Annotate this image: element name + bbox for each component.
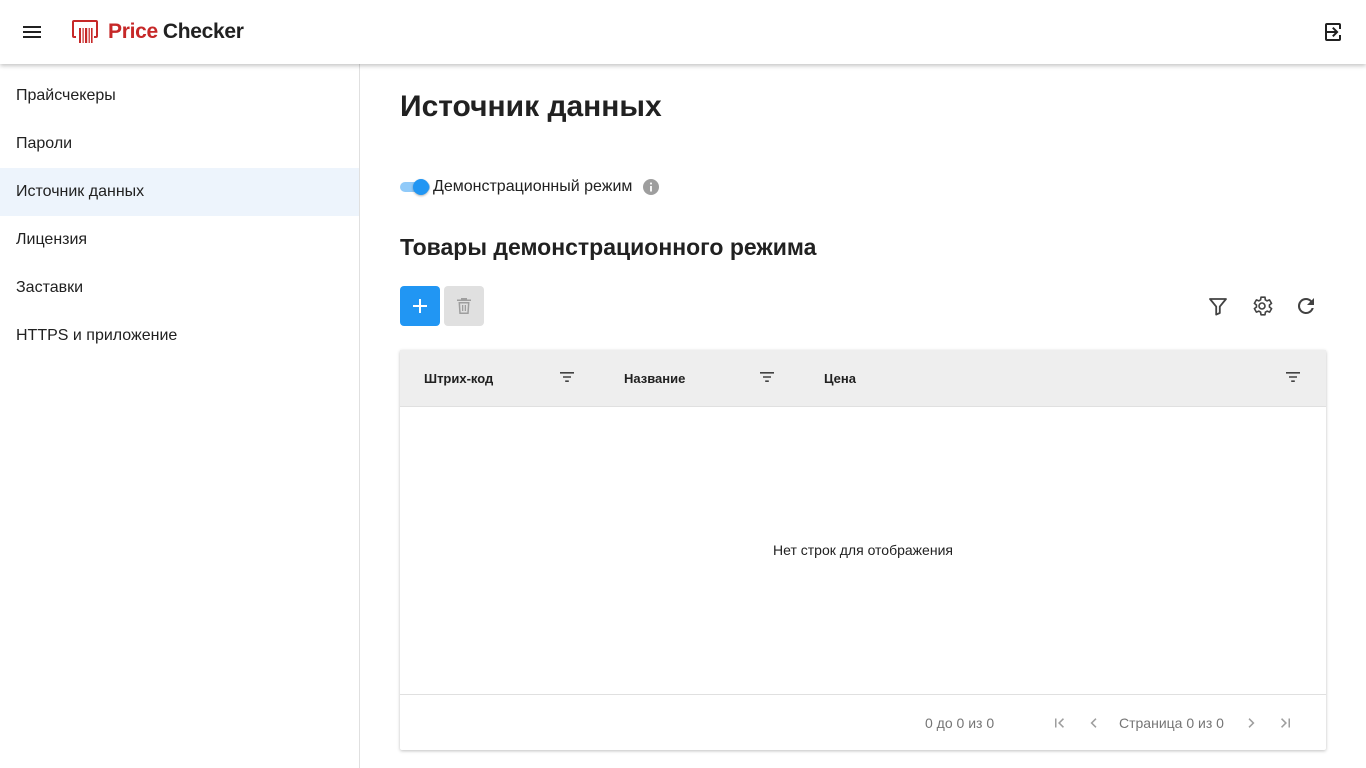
- sidebar-item-label: Пароли: [16, 135, 73, 152]
- sidebar-item-data-source[interactable]: Источник данных: [0, 168, 359, 216]
- grid-empty-message: Нет строк для отображения: [773, 542, 953, 558]
- sidebar-nav-list: Прайсчекеры Пароли Источник данных Лицен…: [0, 64, 359, 360]
- refresh-icon[interactable]: [1294, 294, 1318, 318]
- plus-icon: [413, 299, 427, 313]
- price-checker-logo-icon: [72, 20, 98, 43]
- demo-products-grid: Штрих-код Название Цена Нет строк для от…: [400, 350, 1326, 750]
- row-range-summary: 0 до 0 из 0: [925, 715, 995, 731]
- sidebar-item-label: Прайсчекеры: [16, 87, 116, 104]
- main-content: Источник данных Демонстрационный режим Т…: [360, 64, 1366, 768]
- app-bar: Price Checker: [0, 0, 1366, 64]
- brand-name-price: Price: [108, 20, 158, 43]
- last-page-icon[interactable]: [1276, 714, 1294, 732]
- sidebar-item-pricecheckers[interactable]: Прайсчекеры: [0, 72, 359, 120]
- demo-mode-toggle[interactable]: [400, 179, 430, 195]
- gear-icon[interactable]: [1250, 294, 1274, 318]
- column-menu-icon[interactable]: [758, 368, 776, 386]
- column-menu-icon[interactable]: [558, 368, 576, 386]
- sidebar-item-label: HTTPS и приложение: [16, 327, 178, 344]
- next-page-icon[interactable]: [1242, 714, 1260, 732]
- brand-name-checker: Checker: [162, 20, 244, 43]
- page-indicator: Страница 0 из 0: [1119, 715, 1224, 731]
- logout-icon[interactable]: [1322, 20, 1346, 44]
- brand: Price Checker: [70, 16, 244, 48]
- toggle-thumb: [413, 179, 429, 195]
- hamburger-menu-icon[interactable]: [20, 20, 44, 44]
- sidebar-item-passwords[interactable]: Пароли: [0, 120, 359, 168]
- sidebar-item-label: Лицензия: [16, 231, 88, 248]
- sidebar-item-license[interactable]: Лицензия: [0, 216, 359, 264]
- previous-page-icon[interactable]: [1085, 714, 1103, 732]
- sidebar-item-screensavers[interactable]: Заставки: [0, 264, 359, 312]
- sidebar-item-label: Заставки: [16, 279, 84, 296]
- delete-item-button[interactable]: [444, 286, 484, 326]
- filter-icon[interactable]: [1206, 294, 1230, 318]
- grid-header: Штрих-код Название Цена: [400, 350, 1326, 407]
- demo-mode-row: Демонстрационный режим: [400, 176, 660, 198]
- trash-icon: [457, 298, 471, 314]
- add-item-button[interactable]: [400, 286, 440, 326]
- sidebar-item-https-app[interactable]: HTTPS и приложение: [0, 312, 359, 360]
- column-menu-icon[interactable]: [1284, 368, 1302, 386]
- demo-mode-label: Демонстрационный режим: [433, 178, 633, 195]
- page-title: Источник данных: [400, 90, 662, 123]
- column-header-price[interactable]: Цена: [824, 371, 856, 386]
- section-title: Товары демонстрационного режима: [400, 234, 817, 260]
- grid-pagination: 0 до 0 из 0 Страница 0 из 0: [400, 694, 1326, 750]
- first-page-icon[interactable]: [1051, 714, 1069, 732]
- sidebar-item-label: Источник данных: [16, 183, 145, 200]
- info-icon[interactable]: [642, 178, 660, 196]
- sidebar: Прайсчекеры Пароли Источник данных Лицен…: [0, 64, 360, 768]
- column-header-barcode[interactable]: Штрих-код: [424, 371, 493, 386]
- column-header-name[interactable]: Название: [624, 371, 685, 386]
